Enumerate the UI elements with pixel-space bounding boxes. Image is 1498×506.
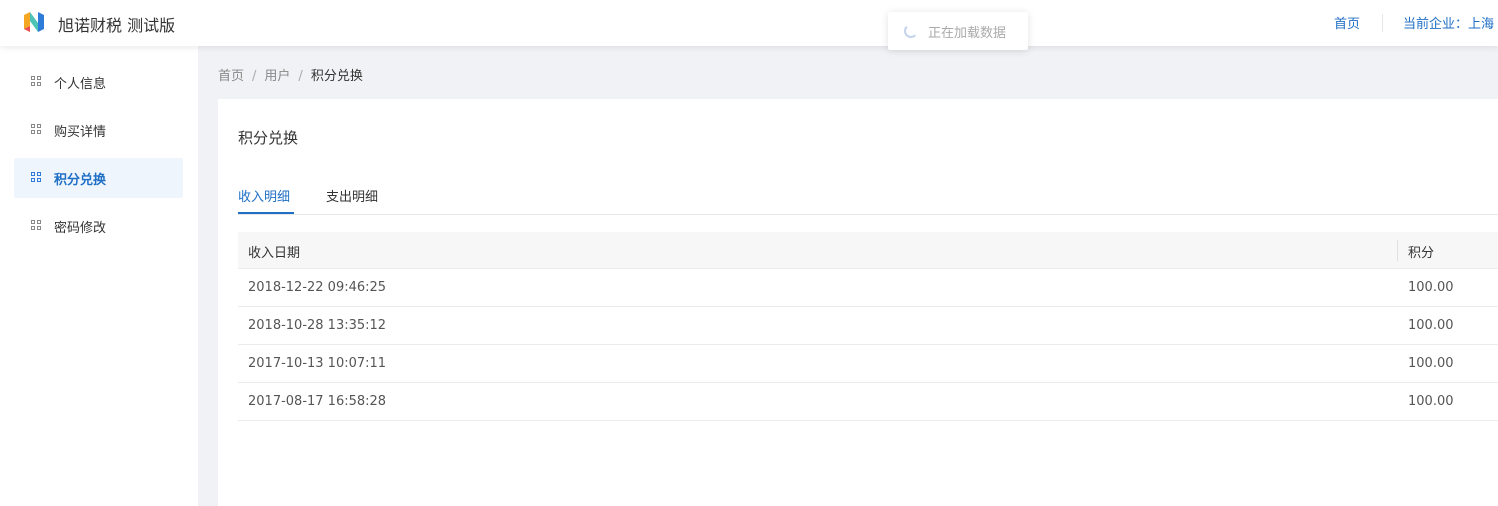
table-row: 2018-12-22 09:46:25 100.00 xyxy=(238,269,1498,307)
cell-date: 2017-10-13 10:07:11 xyxy=(248,356,387,371)
cell-date: 2017-08-17 16:58:28 xyxy=(248,394,387,409)
current-company-label[interactable]: 当前企业：上海 xyxy=(1403,13,1494,32)
column-header-date: 收入日期 xyxy=(248,246,301,261)
active-tab-indicator xyxy=(238,212,294,214)
grid-icon xyxy=(31,76,42,87)
loading-spinner-icon xyxy=(904,24,918,38)
breadcrumb-current: 积分兑换 xyxy=(310,69,363,84)
sidebar-item-personal-info[interactable]: 个人信息 xyxy=(14,62,183,102)
table-header: 收入日期 积分 xyxy=(238,232,1498,269)
breadcrumb-separator: / xyxy=(298,69,303,84)
tab-income-details[interactable]: 收入明细 xyxy=(238,186,290,205)
table-row: 2017-10-13 10:07:11 100.00 xyxy=(238,345,1498,383)
grid-icon xyxy=(31,220,42,231)
sidebar-item-label: 密码修改 xyxy=(54,221,107,236)
main-panel: 积分兑换 收入明细 支出明细 收入日期 积分 2018-12-22 09:46:… xyxy=(218,99,1498,506)
breadcrumb-separator: / xyxy=(252,69,257,84)
sidebar-item-label: 个人信息 xyxy=(54,77,107,92)
grid-icon xyxy=(31,172,42,183)
tab-bar: 收入明细 支出明细 xyxy=(238,177,1498,215)
sidebar-item-change-password[interactable]: 密码修改 xyxy=(14,206,183,246)
column-divider[interactable] xyxy=(1397,240,1398,261)
loading-text: 正在加载数据 xyxy=(928,26,1007,41)
sidebar-item-label: 积分兑换 xyxy=(54,173,107,188)
grid-icon xyxy=(31,124,42,135)
nav-home-link[interactable]: 首页 xyxy=(1334,13,1360,32)
sidebar-item-points-exchange[interactable]: 积分兑换 xyxy=(14,158,183,198)
sidebar: 个人信息 购买详情 积分兑换 密码修改 xyxy=(0,46,198,506)
cell-points: 100.00 xyxy=(1408,394,1454,409)
cell-date: 2018-10-28 13:35:12 xyxy=(248,318,387,333)
top-header: 旭诺财税 测试版 首页 当前企业：上海 xyxy=(0,0,1498,46)
breadcrumb-home[interactable]: 首页 xyxy=(218,69,244,84)
breadcrumb: 首页 / 用户 / 积分兑换 xyxy=(218,65,363,84)
cell-points: 100.00 xyxy=(1408,318,1454,333)
cell-points: 100.00 xyxy=(1408,280,1454,295)
column-header-points: 积分 xyxy=(1408,246,1435,261)
sidebar-item-purchase-details[interactable]: 购买详情 xyxy=(14,110,183,150)
cell-date: 2018-12-22 09:46:25 xyxy=(248,280,387,295)
page-title: 积分兑换 xyxy=(238,129,299,147)
nav-divider xyxy=(1382,14,1383,32)
sidebar-item-label: 购买详情 xyxy=(54,125,107,140)
breadcrumb-user[interactable]: 用户 xyxy=(264,69,290,84)
table-row: 2018-10-28 13:35:12 100.00 xyxy=(238,307,1498,345)
loading-toast: 正在加载数据 xyxy=(888,12,1028,50)
app-logo xyxy=(24,12,44,32)
app-title: 旭诺财税 测试版 xyxy=(58,16,176,35)
tab-expense-details[interactable]: 支出明细 xyxy=(326,186,378,205)
table-row: 2017-08-17 16:58:28 100.00 xyxy=(238,383,1498,421)
cell-points: 100.00 xyxy=(1408,356,1454,371)
